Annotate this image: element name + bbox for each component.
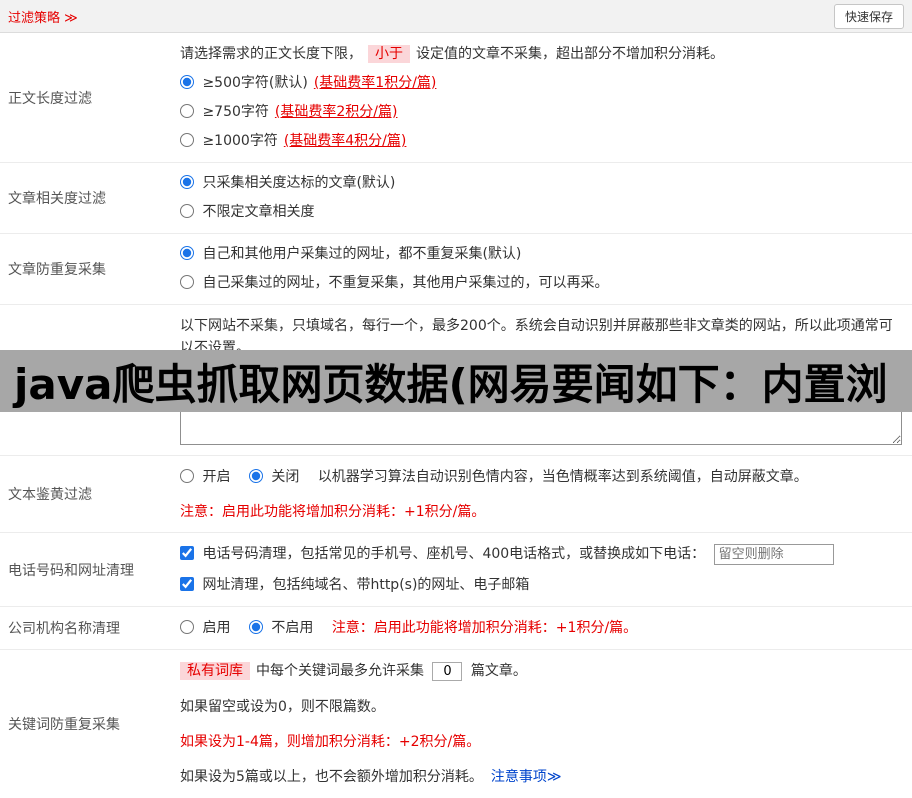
row-porn-filter: 文本鉴黄过滤 开启 关闭 以机器学习算法自动识别色情内容，当色情概率达到系统阈值… [0, 456, 912, 533]
porn-filter-warning: 注意：启用此功能将增加积分消耗：+1积分/篇。 [180, 504, 486, 520]
checkbox-url-clean[interactable] [180, 577, 194, 591]
checkbox-option-phone-clean[interactable]: 电话号码清理，包括常见的手机号、座机号、400电话格式，或替换成如下电话： [180, 546, 710, 562]
radio-option-500chars[interactable]: ≥500字符(默认) (基础费率1积分/篇) [180, 73, 902, 94]
radio-label: ≥1000字符 [202, 133, 278, 149]
radio-option-relevance-any[interactable]: 不限定文章相关度 [180, 202, 902, 223]
private-lexicon-highlight: 私有词库 [180, 662, 250, 680]
intro-pre: 请选择需求的正文长度下限， [180, 46, 362, 62]
radio-porn-on[interactable] [180, 469, 194, 483]
radio-option-relevance-strict[interactable]: 只采集相关度达标的文章(默认) [180, 173, 902, 194]
keyword-note-five: 如果设为5篇或以上，也不会额外增加积分消耗。 [180, 769, 483, 785]
radio-label: 自己和其他用户采集过的网址，都不重复采集(默认) [202, 246, 522, 262]
radio-label: 启用 [202, 620, 231, 636]
radio-label: 关闭 [271, 469, 300, 485]
radio-company-on[interactable] [180, 620, 194, 634]
radio-option-1000chars[interactable]: ≥1000字符 (基础费率4积分/篇) [180, 131, 902, 152]
row-keyword-dedup: 关键词防重复采集 私有词库中每个关键词最多允许采集 篇文章。 如果留空或设为0，… [0, 650, 912, 798]
radio-1000chars[interactable] [180, 133, 194, 147]
radio-label: 自己采集过的网址，不重复采集，其他用户采集过的，可以再采。 [202, 275, 609, 291]
checkbox-label: 电话号码清理，包括常见的手机号、座机号、400电话格式，或替换成如下电话： [202, 546, 706, 562]
radio-company-off[interactable] [248, 620, 263, 634]
row-dedup-collection: 文章防重复采集 自己和其他用户采集过的网址，都不重复采集(默认) 自己采集过的网… [0, 234, 912, 305]
row-label-body-length: 正文长度过滤 [8, 90, 92, 107]
notes-link[interactable]: 注意事项≫ [491, 769, 562, 785]
row-label-phone-url: 电话号码和网址清理 [8, 562, 134, 579]
radio-option-750chars[interactable]: ≥750字符 (基础费率2积分/篇) [180, 102, 902, 123]
row-phone-url-cleanup: 电话号码和网址清理 电话号码清理，包括常见的手机号、座机号、400电话格式，或替… [0, 533, 912, 607]
keyword-limit-suffix: 篇文章。 [470, 663, 527, 679]
radio-option-company-on[interactable]: 启用 [180, 620, 235, 636]
radio-label: ≥500字符(默认) [202, 75, 308, 91]
checkbox-option-url-clean[interactable]: 网址清理，包括纯域名、带http(s)的网址、电子邮箱 [180, 577, 529, 593]
page-title[interactable]: 过滤策略 ≫ [8, 7, 78, 26]
rate-note: (基础费率2积分/篇) [274, 104, 398, 120]
radio-option-porn-on[interactable]: 开启 [180, 469, 235, 485]
radio-dedup-self-only[interactable] [180, 275, 194, 289]
row-label-keyword-dedup: 关键词防重复采集 [8, 717, 120, 733]
intro-highlight: 小于 [368, 45, 410, 63]
radio-option-dedup-all-users[interactable]: 自己和其他用户采集过的网址，都不重复采集(默认) [180, 244, 902, 265]
row-relevance-filter: 文章相关度过滤 只采集相关度达标的文章(默认) 不限定文章相关度 [0, 163, 912, 234]
radio-label: 开启 [202, 469, 231, 485]
radio-option-company-off[interactable]: 不启用 [248, 620, 318, 636]
radio-option-dedup-self-only[interactable]: 自己采集过的网址，不重复采集，其他用户采集过的，可以再采。 [180, 273, 902, 294]
rate-note: (基础费率1积分/篇) [313, 75, 437, 91]
radio-label: 不限定文章相关度 [202, 204, 315, 220]
checkbox-label: 网址清理，包括纯域名、带http(s)的网址、电子邮箱 [202, 577, 530, 593]
header-bar: 过滤策略 ≫ 快速保存 [0, 0, 912, 33]
keyword-note-zero: 如果留空或设为0，则不限篇数。 [180, 699, 385, 715]
radio-label: 不启用 [271, 620, 314, 636]
radio-dedup-all-users[interactable] [180, 246, 194, 260]
row-label-company-cleanup: 公司机构名称清理 [8, 621, 120, 637]
watermark-overlay: java爬虫抓取网页数据(网易要闻如下：内置浏 [0, 350, 912, 412]
intro-post: 设定值的文章不采集，超出部分不增加积分消耗。 [416, 46, 724, 62]
quick-save-button[interactable]: 快速保存 [833, 3, 904, 29]
row-company-cleanup: 公司机构名称清理 启用 不启用 注意：启用此功能将增加积分消耗：+1积分/篇。 [0, 607, 912, 650]
radio-option-porn-off[interactable]: 关闭 [248, 469, 304, 485]
radio-relevance-strict[interactable] [180, 175, 194, 189]
keyword-warning-cost: 如果设为1-4篇，则增加积分消耗：+2积分/篇。 [180, 734, 481, 750]
radio-750chars[interactable] [180, 104, 194, 118]
row-label-relevance: 文章相关度过滤 [8, 191, 106, 207]
radio-label: ≥750字符 [202, 104, 269, 120]
replacement-phone-input[interactable] [713, 544, 834, 565]
porn-filter-description: 以机器学习算法自动识别色情内容，当色情概率达到系统阈值，自动屏蔽文章。 [317, 469, 808, 485]
radio-500chars[interactable] [180, 75, 194, 89]
row-body-length-filter: 正文长度过滤 请选择需求的正文长度下限， 小于 设定值的文章不采集，超出部分不增加积… [0, 33, 912, 163]
watermark-text: java爬虫抓取网页数据(网易要闻如下：内置浏 [14, 359, 888, 409]
radio-label: 只采集相关度达标的文章(默认) [202, 175, 396, 191]
rate-note: (基础费率4积分/篇) [283, 133, 407, 149]
row-label-porn-filter: 文本鉴黄过滤 [8, 487, 92, 503]
radio-relevance-any[interactable] [180, 204, 194, 218]
company-cleanup-warning: 注意：启用此功能将增加积分消耗：+1积分/篇。 [331, 620, 638, 636]
keyword-limit-input[interactable] [432, 662, 463, 681]
radio-porn-off[interactable] [248, 469, 263, 483]
keyword-limit-text: 中每个关键词最多允许采集 [256, 663, 424, 679]
row-label-dedup: 文章防重复采集 [8, 262, 106, 278]
body-length-intro: 请选择需求的正文长度下限， 小于 设定值的文章不采集，超出部分不增加积分消耗。 [180, 43, 902, 65]
checkbox-phone-clean[interactable] [180, 546, 194, 560]
